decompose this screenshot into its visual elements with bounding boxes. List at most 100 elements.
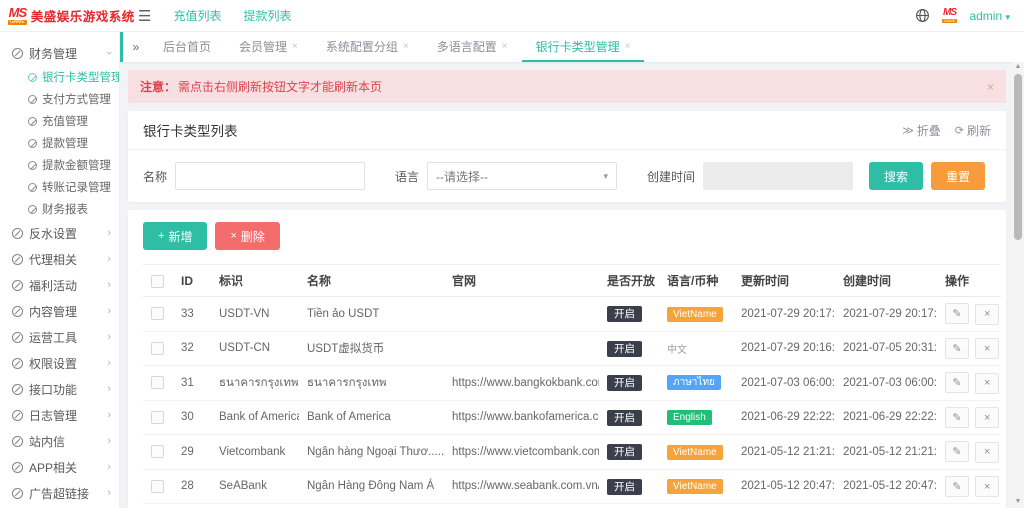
delete-button[interactable]: × 删除 [215,222,279,250]
language-badge: VietName [667,479,723,494]
username: admin [969,9,1002,23]
row-checkbox[interactable] [151,480,164,493]
sidebar-item-recharge-mgmt[interactable]: 充值管理 [0,110,119,132]
sidebar-item-app[interactable]: APP相关 › [0,454,119,480]
row-checkbox[interactable] [151,445,164,458]
sidebar-item-welfare[interactable]: 福利活动 › [0,272,119,298]
sidebar-item-operation-tools[interactable]: 运营工具 › [0,324,119,350]
sidebar-item-rebate[interactable]: 反水设置 › [0,220,119,246]
refresh-button[interactable]: ⟳ 刷新 [955,122,991,139]
sidebar-item-withdraw-mgmt[interactable]: 提款管理 [0,132,119,154]
notice-text: 需点击右侧刷新按钮文字才能刷新本页 [178,78,382,95]
edit-icon[interactable]: ✎ [945,476,969,497]
collapse-button[interactable]: ≫ 折叠 [902,122,941,139]
sidebar-item-ad-links[interactable]: 广告超链接 › [0,480,119,506]
tabs-scroll-icon[interactable]: » [123,32,149,62]
name-input[interactable] [175,162,365,190]
circle-icon [12,48,23,59]
chevron-right-icon: › [107,331,111,343]
edit-icon[interactable]: ✎ [945,303,969,324]
tab-members[interactable]: 会员管理 × [225,32,312,62]
close-icon[interactable]: × [502,41,508,52]
page-title: 银行卡类型列表 [143,120,238,140]
delete-row-icon[interactable]: × [975,407,999,428]
scroll-down-icon[interactable]: ▼ [1012,497,1024,507]
circle-icon [28,139,37,148]
close-icon: × [230,230,236,242]
chevron-right-icon: › [107,461,111,473]
close-icon[interactable]: × [292,41,298,52]
top-header: MS GAME 美盛娱乐游戏系统 ☰ 充值列表 提款列表 MS GAME adm… [0,0,1024,32]
tab-system-config[interactable]: 系统配置分组 × [312,32,423,62]
table-row: 1 ICBC 中国工商银行 开启 中文 2021-05-09 14:23:23 … [143,504,1001,508]
circle-icon [12,488,23,499]
row-checkbox[interactable] [151,307,164,320]
close-icon[interactable]: × [403,41,409,52]
sidebar-item-api[interactable]: 接口功能 › [0,376,119,402]
sidebar-item-payment-method[interactable]: 支付方式管理 [0,88,119,110]
sidebar-item-logs[interactable]: 日志管理 › [0,402,119,428]
menu-toggle-icon[interactable]: ☰ [138,7,151,25]
delete-row-icon[interactable]: × [975,442,999,463]
search-button[interactable]: 搜索 [869,162,923,190]
main-content: » 后台首页 会员管理 × 系统配置分组 × 多语言配置 × 银行卡类型管理 ×… [120,32,1024,508]
edit-icon[interactable]: ✎ [945,372,969,393]
nav-withdraw-list[interactable]: 提款列表 [243,7,291,24]
sidebar-item-bankcard-type[interactable]: 银行卡类型管理 [0,66,119,88]
plus-icon: + [158,230,164,242]
edit-icon[interactable]: ✎ [945,338,969,359]
brand-title: 美盛娱乐游戏系统 [31,6,135,25]
circle-icon [12,410,23,421]
chevron-down-icon: ▾ [1005,12,1010,22]
language-select[interactable]: --请选择-- ▾ [427,162,617,190]
circle-icon [12,254,23,265]
row-checkbox[interactable] [151,342,164,355]
row-checkbox[interactable] [151,376,164,389]
tab-dashboard[interactable]: 后台首页 [149,32,225,62]
status-badge: 开启 [607,306,642,322]
sidebar-item-finance-report[interactable]: 财务报表 [0,198,119,220]
circle-icon [12,280,23,291]
status-badge: 开启 [607,444,642,460]
reset-button[interactable]: 重置 [931,162,985,190]
sidebar-item-transfer-records[interactable]: 转账记录管理 [0,176,119,198]
sidebar-item-withdraw-amount[interactable]: 提款金额管理 [0,154,119,176]
delete-row-icon[interactable]: × [975,476,999,497]
circle-icon [12,462,23,473]
circle-icon [28,117,37,126]
nav-recharge-list[interactable]: 充值列表 [173,7,221,24]
row-checkbox[interactable] [151,411,164,424]
circle-icon [12,358,23,369]
scrollbar-thumb[interactable] [1014,74,1022,240]
add-button[interactable]: + 新增 [143,222,207,250]
col-updated: 更新时间 [733,265,835,297]
tab-bankcard-type[interactable]: 银行卡类型管理 × [522,32,645,62]
status-badge: 开启 [607,410,642,426]
chevron-right-icon: › [107,409,111,421]
edit-icon[interactable]: ✎ [945,407,969,428]
globe-icon[interactable] [915,8,930,23]
table-row: 32 USDT-CN USDT虚拟货币 开启 中文 2021-07-29 20:… [143,331,1001,366]
vertical-scrollbar[interactable]: ▲ ▼ [1012,62,1024,508]
notice-banner: 注意： 需点击右侧刷新按钮文字才能刷新本页 × [128,70,1006,103]
delete-row-icon[interactable]: × [975,373,999,394]
chevron-right-icon: › [107,487,111,499]
tab-multilang[interactable]: 多语言配置 × [423,32,522,62]
sidebar-item-messages[interactable]: 站内信 › [0,428,119,454]
close-icon[interactable]: × [987,80,994,94]
delete-row-icon[interactable]: × [975,338,999,359]
chevron-right-icon: › [107,383,111,395]
delete-row-icon[interactable]: × [975,304,999,325]
sidebar-item-content[interactable]: 内容管理 › [0,298,119,324]
col-lang: 语言/币种 [659,265,733,297]
sidebar-item-finance[interactable]: 财务管理 › [0,40,119,66]
user-menu[interactable]: admin ▾ [969,9,1010,23]
edit-icon[interactable]: ✎ [945,441,969,462]
created-time-input[interactable] [703,162,853,190]
select-all-checkbox[interactable] [151,275,164,288]
scroll-up-icon[interactable]: ▲ [1012,62,1024,72]
sidebar-item-permissions[interactable]: 权限设置 › [0,350,119,376]
language-badge: ภาษาไทย [667,375,721,390]
close-icon[interactable]: × [625,41,631,52]
sidebar-item-agent[interactable]: 代理相关 › [0,246,119,272]
